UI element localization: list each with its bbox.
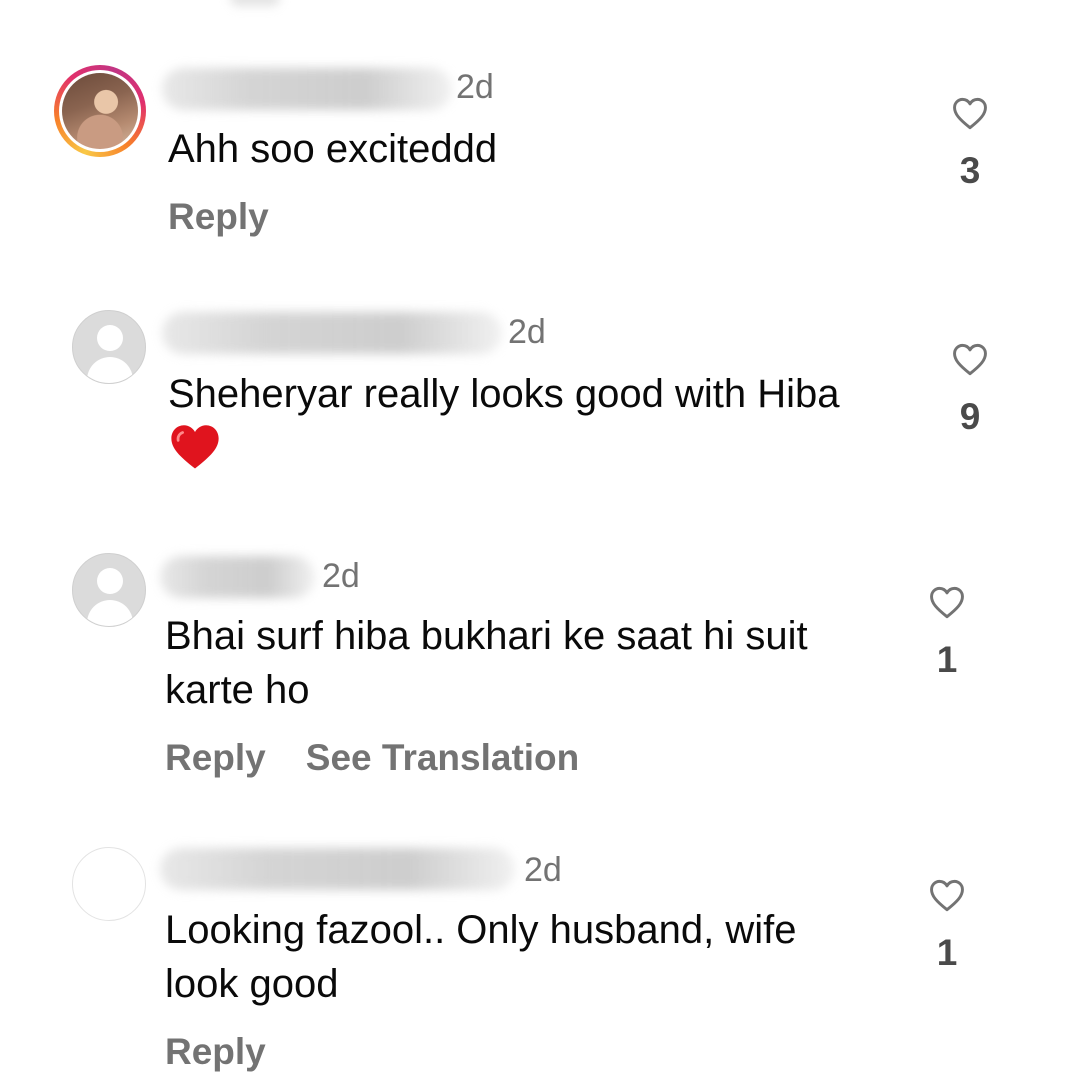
avatar[interactable] <box>72 310 146 384</box>
heart-outline-icon <box>930 586 964 619</box>
comment-timestamp: 2d <box>508 313 546 351</box>
like-count: 3 <box>959 150 981 191</box>
comment-text: Looking fazool.. Only husband, wife look… <box>165 908 797 1006</box>
avatar[interactable] <box>54 65 146 157</box>
username-blurred[interactable] <box>160 556 315 598</box>
like-button[interactable]: 9 <box>940 342 1000 438</box>
comment-timestamp: 2d <box>456 68 494 106</box>
like-button[interactable]: 1 <box>917 878 977 974</box>
comment-text: Ahh soo exciteddd <box>168 127 498 171</box>
comment-timestamp: 2d <box>322 557 360 595</box>
like-count: 1 <box>936 932 958 973</box>
username-blurred[interactable] <box>162 68 452 110</box>
blurred-username-fragment <box>230 0 280 6</box>
comment-text: Sheheryar really looks good with Hiba <box>168 367 888 479</box>
avatar-photo <box>62 73 138 149</box>
username-blurred[interactable] <box>162 312 502 354</box>
heart-outline-icon <box>930 879 964 912</box>
reply-button[interactable]: Reply <box>168 196 269 238</box>
like-count: 1 <box>936 639 958 680</box>
like-button[interactable]: 3 <box>940 96 1000 192</box>
red-heart-icon <box>171 425 219 469</box>
avatar[interactable] <box>72 553 146 627</box>
like-button[interactable]: 1 <box>917 585 977 681</box>
comment-timestamp: 2d <box>524 851 562 889</box>
comment-text-content: Sheheryar really looks good with Hiba <box>168 372 840 416</box>
username-blurred[interactable] <box>160 848 515 890</box>
heart-outline-icon <box>953 97 987 130</box>
comment-text: Bhai surf hiba bukhari ke saat hi suit k… <box>165 614 808 712</box>
reply-button[interactable]: Reply <box>165 1031 266 1073</box>
see-translation-button[interactable]: See Translation <box>306 737 580 779</box>
reply-button[interactable]: Reply <box>165 737 266 779</box>
heart-outline-icon <box>953 343 987 376</box>
avatar[interactable] <box>72 847 146 921</box>
like-count: 9 <box>959 396 981 437</box>
